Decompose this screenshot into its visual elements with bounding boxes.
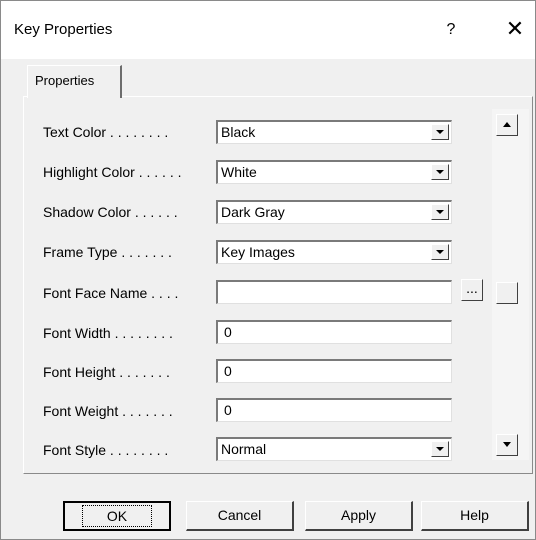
help-button[interactable]: Help [421,501,529,531]
frame-type-label: Frame Type . . . . . . . [43,244,172,260]
font-style-select[interactable]: Normal [216,437,452,461]
apply-button-label: Apply [340,507,377,523]
scroll-down-arrow-icon[interactable] [496,434,518,456]
title-bar: Key Properties ? ✕ [1,1,535,59]
font-height-input[interactable]: 0 [216,359,452,383]
text-color-label: Text Color . . . . . . . . [43,124,169,140]
text-color-select[interactable]: Black [216,120,452,144]
frame-type-value: Key Images [221,244,295,260]
chevron-down-icon[interactable] [431,244,449,260]
font-style-label: Font Style . . . . . . . . [43,442,169,458]
font-face-name-input[interactable] [216,280,452,304]
font-width-label: Font Width . . . . . . . . [43,325,173,341]
font-weight-input[interactable]: 0 [216,398,452,422]
tab-properties-label: Properties [35,73,95,88]
text-color-value: Black [221,124,256,140]
font-height-label: Font Height . . . . . . . [43,364,170,380]
scroll-up-arrow-icon[interactable] [496,114,518,136]
shadow-color-value: Dark Gray [221,204,285,220]
window-title: Key Properties [14,21,113,38]
browse-font-button[interactable]: ... [461,279,483,301]
help-button-label: Help [460,507,489,523]
font-face-name-label: Font Face Name . . . . [43,285,179,301]
highlight-color-label: Highlight Color . . . . . . [43,164,182,180]
chevron-down-icon[interactable] [431,124,449,140]
font-style-value: Normal [221,441,267,457]
cancel-button-label: Cancel [217,507,262,523]
close-icon[interactable]: ✕ [501,15,529,43]
chevron-down-icon[interactable] [431,164,449,180]
frame-type-select[interactable]: Key Images [216,240,452,264]
highlight-color-select[interactable]: White [216,160,452,184]
key-properties-dialog: Key Properties ? ✕ Properties Text Color… [0,0,536,540]
highlight-color-value: White [221,164,257,180]
shadow-color-label: Shadow Color . . . . . . [43,204,178,220]
scrollbar-thumb[interactable] [496,282,518,304]
ok-button-label: OK [81,505,153,527]
font-weight-label: Font Weight . . . . . . . [43,403,173,419]
font-height-value: 0 [224,363,232,379]
help-icon[interactable]: ? [439,18,463,42]
chevron-down-icon[interactable] [431,204,449,220]
font-weight-value: 0 [224,402,232,418]
ok-button[interactable]: OK [63,501,171,531]
tab-properties[interactable]: Properties [27,65,122,98]
font-width-input[interactable]: 0 [216,320,452,344]
chevron-down-icon[interactable] [431,441,449,457]
apply-button[interactable]: Apply [305,501,413,531]
cancel-button[interactable]: Cancel [186,501,294,531]
font-width-value: 0 [224,324,232,340]
shadow-color-select[interactable]: Dark Gray [216,200,452,224]
vertical-scrollbar[interactable] [492,109,529,460]
